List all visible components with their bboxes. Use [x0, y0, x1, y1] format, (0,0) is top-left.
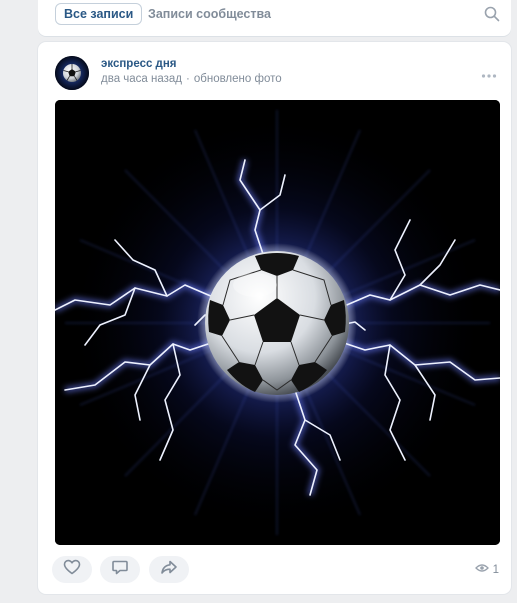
- share-icon: [160, 558, 178, 581]
- tab-community-posts[interactable]: Записи сообщества: [140, 3, 279, 25]
- heart-icon: [63, 559, 81, 580]
- share-button[interactable]: [149, 556, 189, 583]
- more-horizontal-icon[interactable]: [481, 66, 497, 78]
- like-button[interactable]: [52, 556, 92, 583]
- wall-post: экспресс дня два часа назад · обновлено фо…: [38, 42, 511, 594]
- eye-icon: [474, 563, 489, 576]
- comment-button[interactable]: [100, 556, 140, 583]
- right-gutter: [511, 0, 517, 603]
- tab-all-posts[interactable]: Все записи: [55, 3, 143, 25]
- avatar[interactable]: [55, 56, 89, 90]
- post-photo[interactable]: [55, 100, 500, 545]
- page: Все записи Записи сообщества экспресс дн…: [0, 0, 517, 603]
- search-icon[interactable]: [483, 5, 501, 23]
- wall-filter-bar: Все записи Записи сообщества: [38, 0, 511, 36]
- comment-icon: [111, 558, 129, 581]
- views-counter: 1: [474, 563, 499, 576]
- post-action-text: обновлено фото: [193, 73, 282, 85]
- post-author[interactable]: экспресс дня: [101, 58, 177, 70]
- views-count: 1: [492, 563, 499, 576]
- post-time[interactable]: два часа назад: [101, 73, 182, 85]
- post-meta: два часа назад · обновлено фото: [101, 73, 282, 85]
- meta-separator: ·: [186, 73, 190, 85]
- left-gutter: [0, 0, 38, 603]
